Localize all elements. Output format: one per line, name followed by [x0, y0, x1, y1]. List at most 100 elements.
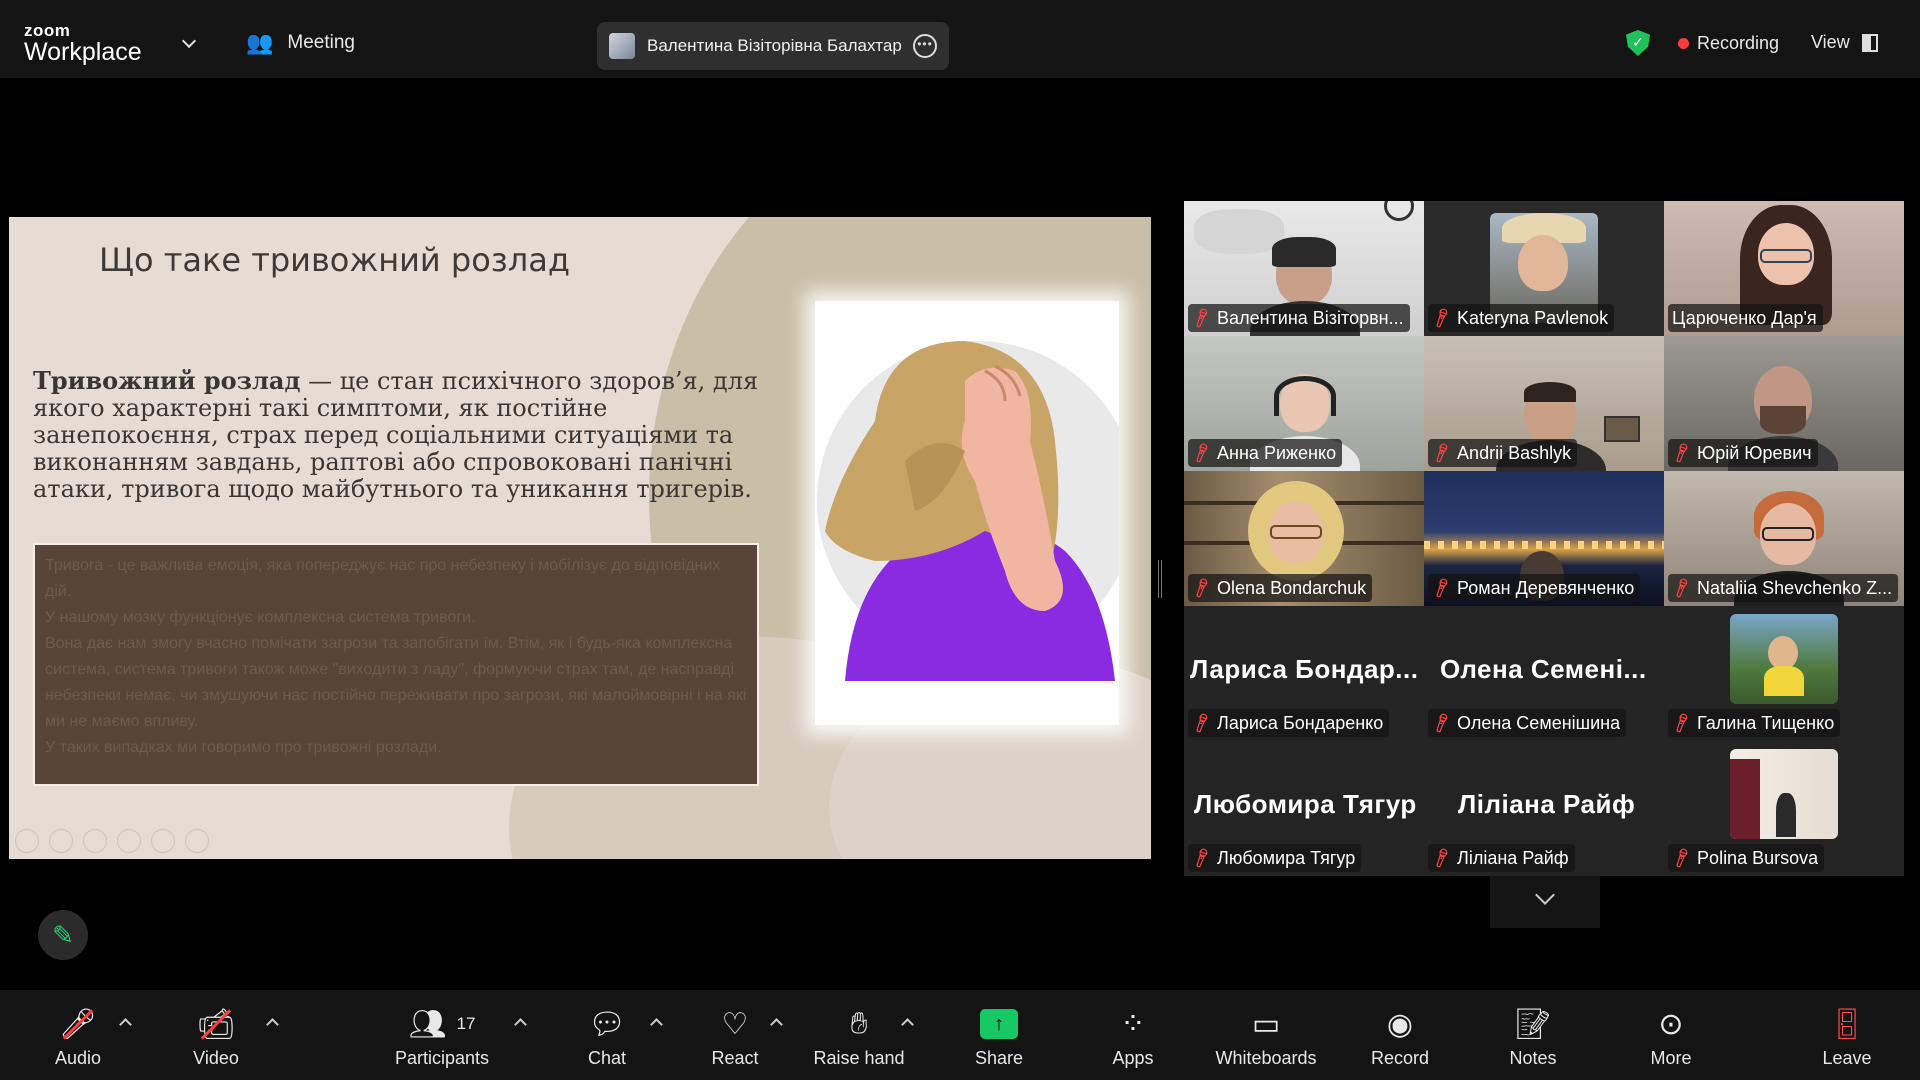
participants-icon: 👥︎ 17: [408, 1007, 476, 1041]
participant-tile-no-video[interactable]: Лариса Бондар... 🎤︎ Лариса Бондаренко: [1184, 606, 1424, 741]
participant-thumbnail: [1730, 614, 1838, 704]
participant-tile-no-video[interactable]: Олена Семені... 🎤︎ Олена Семенішина: [1424, 606, 1664, 741]
slide-controls: [15, 829, 209, 853]
anxious-woman-illustration: [815, 301, 1119, 725]
participant-name-label: 🎤︎ Ліліана Райф: [1428, 844, 1575, 872]
video-label: Video: [193, 1048, 239, 1068]
participant-tile[interactable]: 🎤︎ Анна Риженко: [1184, 336, 1424, 471]
annotate-button[interactable]: ✎: [38, 910, 88, 960]
video-options-caret[interactable]: [266, 1018, 279, 1031]
participants-options-caret[interactable]: [514, 1018, 527, 1031]
record-button[interactable]: ◉ Record: [1364, 990, 1436, 1080]
participant-display-name: Олена Семені...: [1440, 654, 1647, 684]
share-label: Share: [974, 1048, 1024, 1068]
participant-name-label: 🎤︎ Лариса Бондаренко: [1188, 709, 1390, 737]
speaker-avatar: [609, 33, 635, 59]
participant-tile[interactable]: 🎤︎ Nataliia Shevchenko Z...: [1664, 471, 1904, 606]
participant-display-name: Ліліана Райф: [1458, 789, 1636, 819]
participant-tile[interactable]: 🎤︎ Andrii Bashlyk: [1424, 336, 1664, 471]
logo-small-text: zoom: [24, 21, 71, 40]
more-options-icon[interactable]: •••: [913, 34, 937, 58]
mic-off-icon: 🎤︎: [1429, 441, 1454, 466]
mic-off-icon: 🎤︎: [1429, 846, 1454, 871]
participant-tile[interactable]: 🎤︎ Юрій Юревич: [1664, 336, 1904, 471]
video-off-icon: 📹︎: [197, 1004, 235, 1044]
participant-tile-no-video[interactable]: Ліліана Райф 🎤︎ Ліліана Райф: [1424, 741, 1664, 876]
share-screen-icon: ↑: [980, 1004, 1018, 1044]
encryption-shield-icon[interactable]: ✓: [1626, 30, 1650, 56]
share-button[interactable]: ↑ Share: [962, 990, 1036, 1080]
audio-button[interactable]: 🎤︎ Audio: [42, 990, 114, 1080]
pen-icon[interactable]: [83, 829, 107, 853]
participants-button[interactable]: 👥︎ 17 Participants: [382, 990, 502, 1080]
participant-body: [1776, 793, 1796, 837]
mute-slash: [62, 1008, 94, 1040]
participant-body: [1764, 666, 1804, 696]
next-slide-icon[interactable]: [49, 829, 73, 853]
participant-face: [1518, 235, 1568, 291]
participant-hair: [1272, 237, 1336, 267]
mic-off-icon: 🎤︎: [1429, 711, 1454, 736]
participant-tile[interactable]: 🎤︎ Olena Bondarchuk: [1184, 471, 1424, 606]
copy-icon[interactable]: [117, 829, 141, 853]
participant-tile[interactable]: 🎤︎ Polina Bursova: [1664, 741, 1904, 876]
mic-off-icon: 🎤︎: [59, 1004, 97, 1044]
participant-tile[interactable]: 🎤︎ Роман Деревянченко: [1424, 471, 1664, 606]
participant-glasses: [1760, 249, 1812, 263]
participant-tile[interactable]: 🎤︎ Галина Тищенко: [1664, 606, 1904, 741]
view-button[interactable]: View: [1811, 32, 1878, 53]
mic-off-icon: 🎤︎: [1189, 441, 1214, 466]
mic-off-icon: 🎤︎: [1189, 576, 1214, 601]
active-speaker-pill[interactable]: Валентина Візіторівна Балахтар' •••: [597, 22, 949, 70]
mic-off-icon: 🎤︎: [1189, 846, 1214, 871]
leave-label: Leave: [1822, 1048, 1872, 1068]
apps-button[interactable]: ⁘ Apps: [1098, 990, 1168, 1080]
view-layout-icon: [1861, 33, 1878, 52]
leave-button[interactable]: 🚪︎ Leave: [1812, 990, 1882, 1080]
slide-box-line: Вона дає нам змогу вчасно помічати загро…: [45, 635, 747, 730]
whiteboards-label: Whiteboards: [1215, 1048, 1317, 1068]
slide-box-line: У таких випадках ми говоримо про тривожн…: [45, 739, 442, 756]
participant-tile-no-video[interactable]: Любомира Тягур 🎤︎ Любомира Тягур: [1184, 741, 1424, 876]
participant-tile-active-speaker[interactable]: Царюченко Дар'я: [1664, 201, 1904, 336]
audio-options-caret[interactable]: [119, 1018, 132, 1031]
chevron-down-icon[interactable]: [181, 33, 197, 49]
mic-off-icon: 🎤︎: [1429, 576, 1454, 601]
speaker-name: Валентина Візіторівна Балахтар': [647, 36, 901, 55]
gallery-next-page-button[interactable]: [1490, 876, 1600, 928]
recording-indicator[interactable]: Recording: [1678, 33, 1779, 54]
slide-title: Що таке тривожний розлад: [99, 241, 570, 279]
more-icon: ⊙: [1658, 1007, 1684, 1041]
raise-hand-button[interactable]: ✋︎ Raise hand: [812, 990, 906, 1080]
meeting-info-button[interactable]: 👥 Meeting: [246, 30, 355, 56]
zoom-icon[interactable]: [151, 829, 175, 853]
clock-icon: [1384, 201, 1414, 221]
mic-off-icon: 🎤︎: [1669, 711, 1694, 736]
record-icon: ◉: [1386, 1007, 1414, 1041]
video-feed: [1194, 209, 1284, 254]
chat-options-caret[interactable]: [650, 1018, 663, 1031]
city-lights: [1424, 541, 1664, 549]
react-options-caret[interactable]: [770, 1018, 783, 1031]
more-button[interactable]: ⊙ More: [1636, 990, 1706, 1080]
panel-splitter-handle[interactable]: [1158, 560, 1162, 598]
apps-icon: ⁘: [1120, 1007, 1146, 1041]
more-icon[interactable]: [185, 829, 209, 853]
react-button[interactable]: ♡ React: [700, 990, 770, 1080]
previous-slide-icon[interactable]: [15, 829, 39, 853]
whiteboards-button[interactable]: ▭ Whiteboards: [1210, 990, 1322, 1080]
participant-display-name: Любомира Тягур: [1194, 789, 1417, 819]
participant-tile[interactable]: 🎤︎ Валентина Візіторвн...: [1184, 201, 1424, 336]
chat-button[interactable]: 💬︎ Chat: [572, 990, 642, 1080]
mic-off-icon: 🎤︎: [1189, 306, 1214, 331]
video-button[interactable]: 📹︎ Video: [180, 990, 252, 1080]
notes-button[interactable]: 📝︎ Notes: [1498, 990, 1568, 1080]
participant-name-label: 🎤︎ Любомира Тягур: [1188, 844, 1362, 872]
participant-name-label: Царюченко Дар'я: [1668, 304, 1823, 332]
meeting-label: Meeting: [287, 32, 356, 53]
participant-name-label: 🎤︎ Валентина Візіторвн...: [1188, 304, 1410, 332]
participant-tile[interactable]: 🎤︎ Kateryna Pavlenok: [1424, 201, 1664, 336]
participant-name-label: 🎤︎ Роман Деревянченко: [1428, 574, 1641, 602]
audio-label: Audio: [54, 1048, 102, 1068]
chevron-down-icon: [1535, 885, 1555, 905]
